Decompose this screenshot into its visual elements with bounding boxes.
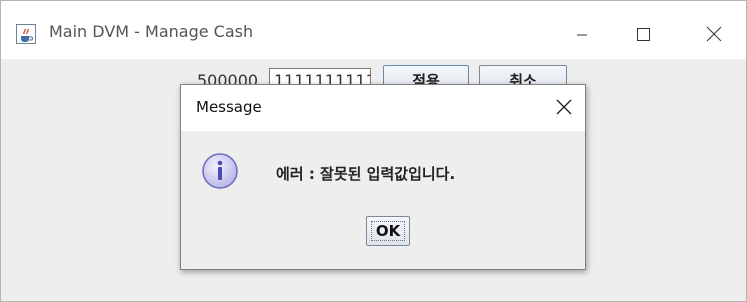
ok-button[interactable]: OK — [366, 216, 410, 246]
ok-label: OK — [375, 222, 401, 240]
window-title: Main DVM - Manage Cash — [49, 22, 254, 41]
java-cup-icon — [16, 24, 36, 44]
close-button[interactable] — [691, 17, 737, 51]
dialog-title: Message — [196, 98, 262, 116]
close-icon — [556, 99, 572, 115]
info-icon — [201, 152, 239, 190]
maximize-button[interactable] — [621, 17, 667, 51]
dialog-message: 에러 : 잘못된 입력값입니다. — [276, 165, 456, 183]
close-icon — [706, 26, 722, 42]
dialog-title-bar[interactable]: Message — [181, 85, 585, 131]
dialog-close-button[interactable] — [551, 94, 577, 120]
minimize-icon — [577, 34, 587, 36]
main-window: Main DVM - Manage Cash 500000 1111111111… — [0, 0, 747, 302]
maximize-icon — [637, 28, 650, 41]
main-title-bar[interactable]: Main DVM - Manage Cash — [1, 1, 746, 59]
minimize-button[interactable] — [559, 17, 605, 51]
message-dialog: Message 에러 : 잘못된 입력값입니다. OK — [180, 84, 586, 270]
